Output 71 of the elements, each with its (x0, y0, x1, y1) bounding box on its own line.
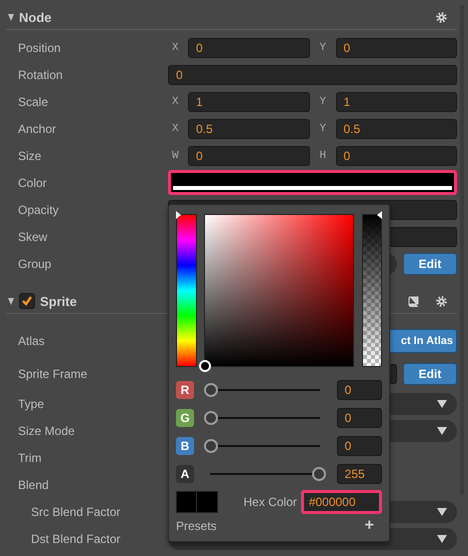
settings-icon[interactable] (436, 296, 447, 306)
axis-label: Y (320, 122, 328, 134)
property-label: Opacity (17, 202, 60, 216)
input-field[interactable]: 1 (188, 92, 310, 112)
alpha-handle[interactable] (377, 211, 382, 219)
input-field[interactable]: 0 (336, 436, 382, 456)
preset-swatch[interactable] (176, 491, 218, 513)
property-label: Sprite Frame (17, 367, 88, 381)
section-title: Sprite (40, 294, 77, 308)
slider-thumb[interactable] (204, 411, 218, 425)
hue-handle[interactable] (176, 211, 181, 219)
caret-icon[interactable] (437, 508, 447, 516)
alpha-slider[interactable] (362, 214, 382, 367)
property-label: Rotation (17, 68, 64, 82)
channel-label: A (176, 465, 194, 483)
slider-thumb[interactable] (312, 467, 326, 481)
axis-label: X (172, 42, 180, 54)
property-label: Blend (17, 478, 50, 492)
picker-cursor[interactable] (198, 360, 211, 372)
axis-label: Y (320, 96, 328, 108)
settings-icon[interactable] (436, 12, 447, 23)
collapse-toggle[interactable] (8, 14, 14, 21)
property-label: Color (17, 176, 48, 190)
channel-label: B (176, 437, 194, 455)
color-swatch[interactable] (168, 170, 457, 195)
input-field[interactable]: 0 (336, 380, 382, 400)
book-icon[interactable] (408, 296, 419, 306)
input-field[interactable]: 255 (336, 464, 382, 484)
property-label: Group (17, 256, 52, 270)
hex-label: Hex Color (244, 495, 298, 509)
channel-label: R (176, 381, 194, 399)
axis-label: W (172, 150, 180, 162)
input-field[interactable]: 0 (188, 146, 310, 166)
input-field[interactable]: 0.5 (188, 118, 310, 138)
axis-label: X (172, 122, 180, 134)
property-label: Scale (17, 94, 50, 108)
property-label: Skew (17, 230, 48, 244)
property-label: Trim (17, 450, 43, 464)
input-field[interactable]: 1 (336, 92, 457, 112)
property-label: Src Blend Factor (30, 504, 122, 518)
axis-label: H (320, 150, 328, 162)
slider-thumb[interactable] (204, 439, 218, 453)
property-label: Atlas (17, 334, 46, 348)
edit-button[interactable]: Edit (403, 252, 457, 274)
input-field[interactable]: 0 (336, 146, 457, 166)
property-label: Size (17, 148, 42, 162)
property-label: Dst Blend Factor (30, 532, 122, 546)
slider-thumb[interactable] (204, 383, 218, 397)
section-header[interactable]: Node (6, 6, 457, 30)
caret-icon[interactable] (437, 534, 447, 542)
input-field[interactable]: 0 (336, 38, 457, 58)
input-field[interactable]: 0 (336, 408, 382, 428)
property-label: Type (17, 396, 46, 410)
hue-slider[interactable] (176, 214, 197, 367)
axis-label: X (172, 96, 180, 108)
enable-checkbox[interactable] (19, 293, 35, 309)
section-title: Node (19, 10, 52, 25)
axis-label: Y (320, 42, 328, 54)
property-label: Size Mode (17, 424, 76, 438)
property-label: Anchor (17, 122, 58, 136)
add-button[interactable]: + (364, 518, 382, 534)
hex-input[interactable]: #000000 (300, 490, 382, 514)
input-field[interactable]: 0 (188, 38, 310, 58)
presets-label: Presets (176, 519, 217, 533)
caret-icon[interactable] (437, 400, 447, 408)
channel-label: G (176, 409, 194, 427)
property-label: Position (17, 40, 62, 54)
input-field[interactable]: 0.5 (336, 118, 457, 138)
caret-icon[interactable] (437, 426, 447, 434)
input-field[interactable]: 0 (168, 64, 457, 84)
edit-button[interactable]: Edit (403, 363, 457, 385)
